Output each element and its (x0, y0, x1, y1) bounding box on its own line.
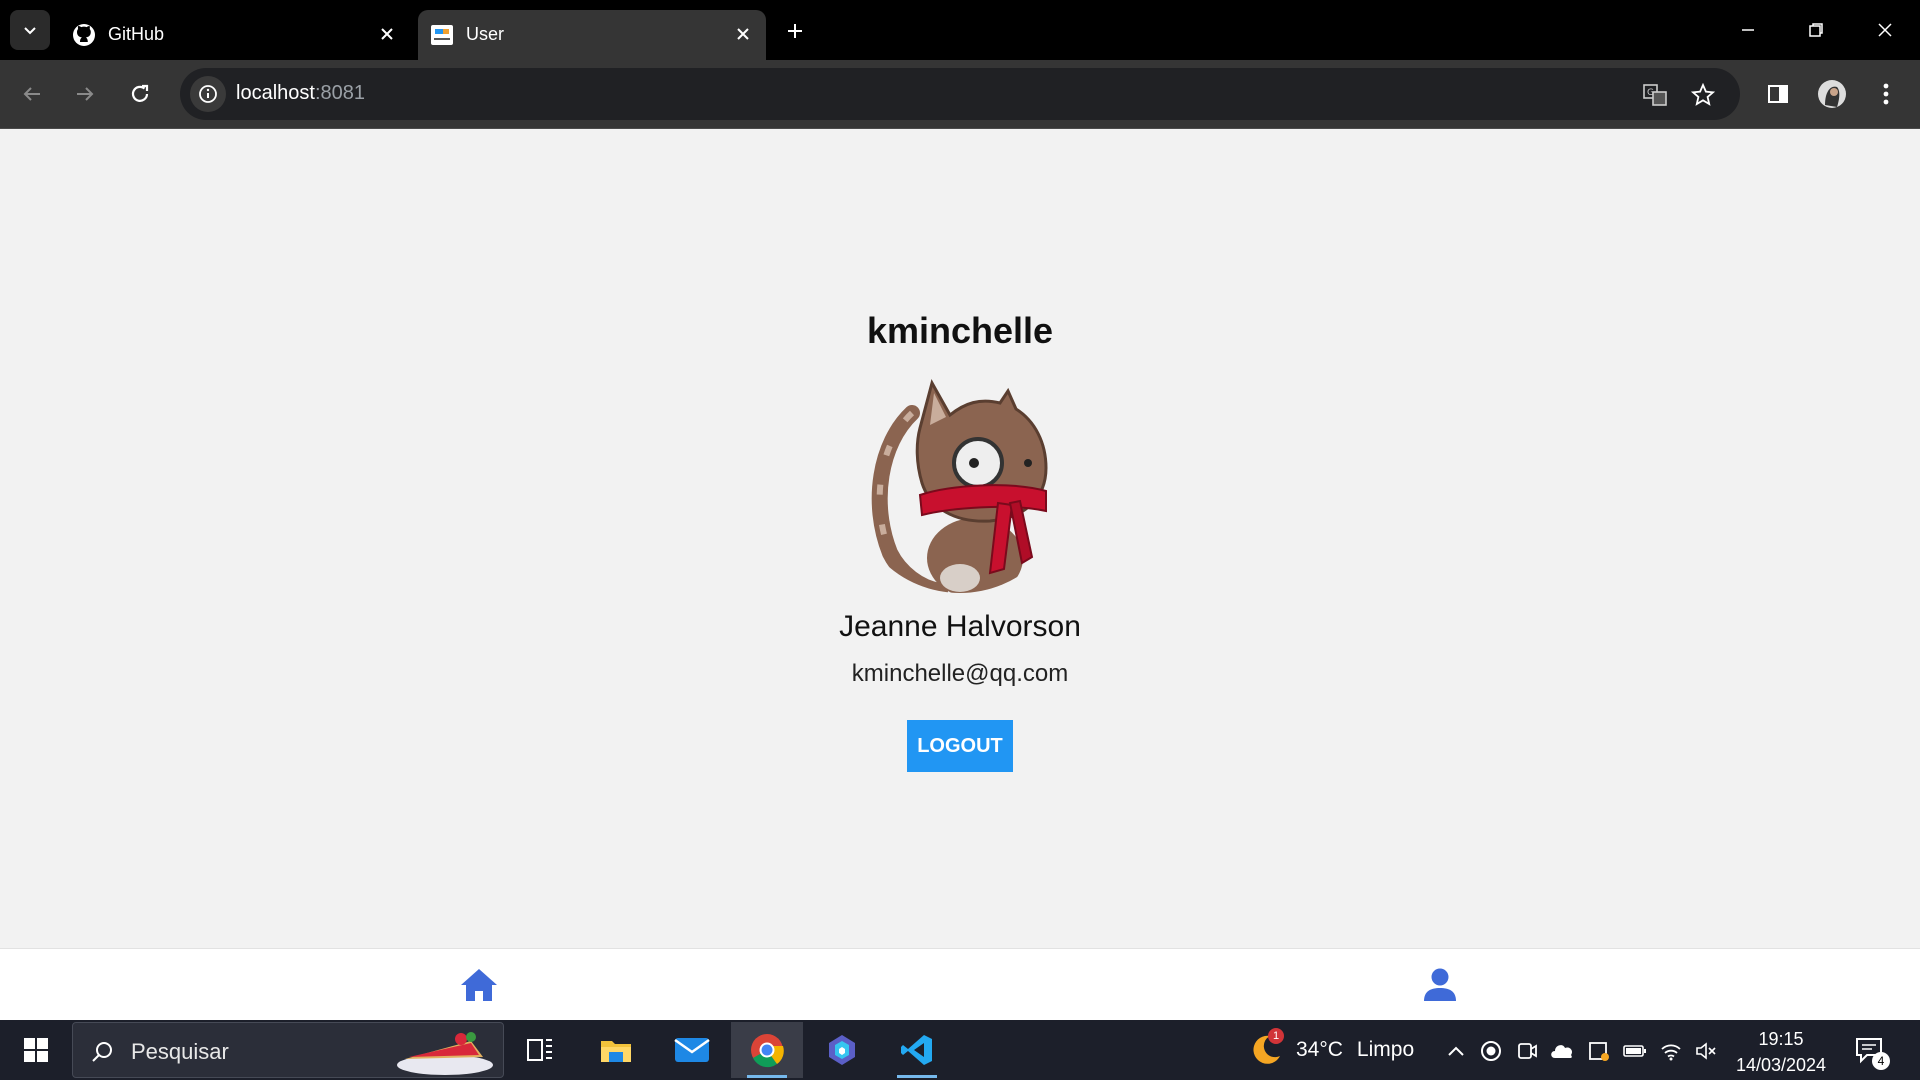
user-full-name: Jeanne Halvorson (839, 610, 1081, 643)
browser-toolbar: localhost:8081 G (0, 60, 1920, 129)
tab-user[interactable]: User (418, 10, 766, 60)
svg-text:G: G (1647, 88, 1654, 98)
windows-start-icon[interactable] (16, 1032, 56, 1068)
url-text[interactable]: localhost:8081 (236, 82, 365, 105)
notification-count: 4 (1872, 1052, 1890, 1070)
bookmark-star-icon[interactable] (1688, 80, 1718, 110)
bottom-navigation (0, 948, 1920, 1020)
shopper-favicon-icon (430, 23, 454, 47)
close-tab-icon[interactable] (374, 21, 400, 47)
tab-title: User (466, 24, 505, 44)
browser-tab-strip: GitHub User (0, 0, 1920, 60)
tab-search-button[interactable] (10, 10, 50, 50)
taskbar-search-box[interactable]: Pesquisar (72, 1022, 504, 1078)
vscode-icon[interactable] (881, 1022, 953, 1078)
chevron-up-icon[interactable] (1443, 1038, 1469, 1064)
onedrive-icon[interactable] (1549, 1038, 1575, 1064)
chevron-down-icon (24, 27, 36, 35)
meet-icon[interactable] (1514, 1038, 1540, 1064)
record-icon[interactable] (1478, 1038, 1504, 1064)
chrome-icon[interactable] (731, 1022, 803, 1078)
user-avatar (850, 373, 1070, 593)
user-email: kminchelle@qq.com (851, 660, 1069, 687)
copilot-icon[interactable] (806, 1022, 878, 1078)
moon-weather-icon: 1 (1246, 1028, 1286, 1070)
taskbar-clock[interactable]: 19:15 14/03/2024 (1726, 1026, 1836, 1078)
weather-desc: Limpo (1356, 1038, 1415, 1061)
address-bar[interactable]: localhost:8081 G (180, 68, 1740, 120)
volume-muted-icon[interactable] (1693, 1038, 1719, 1064)
minimize-icon[interactable] (1731, 14, 1765, 46)
windows-taskbar: Pesquisar 1 34°C Limpo 19:15 14/03/2024 … (0, 1020, 1920, 1080)
wifi-icon[interactable] (1658, 1038, 1684, 1064)
back-icon[interactable] (14, 76, 50, 112)
page-content: kminchelle Jeanne Halvorson kminchelle@q… (0, 130, 1920, 948)
side-panel-icon[interactable] (1760, 76, 1796, 112)
weather-widget[interactable]: 1 34°C Limpo (1246, 1028, 1415, 1070)
restore-icon[interactable] (1799, 14, 1833, 46)
site-info-icon[interactable] (190, 76, 226, 112)
forward-icon[interactable] (67, 76, 103, 112)
sync-icon[interactable] (1586, 1038, 1612, 1064)
clock-date: 14/03/2024 (1735, 1055, 1827, 1075)
reload-icon[interactable] (122, 76, 158, 112)
weather-badge: 1 (1268, 1028, 1284, 1044)
username-heading: kminchelle (866, 310, 1054, 351)
search-icon (87, 1037, 117, 1067)
tab-github[interactable]: GitHub (60, 10, 410, 60)
close-window-icon[interactable] (1868, 14, 1902, 46)
menu-kebab-icon[interactable] (1868, 76, 1904, 112)
task-view-icon[interactable] (504, 1022, 576, 1078)
battery-icon[interactable] (1622, 1038, 1648, 1064)
logout-button[interactable]: LOGOUT (907, 720, 1013, 772)
home-icon[interactable] (457, 963, 501, 1007)
new-tab-icon[interactable] (780, 16, 810, 46)
tab-title: GitHub (108, 24, 165, 44)
mail-icon[interactable] (656, 1022, 728, 1078)
file-explorer-icon[interactable] (580, 1022, 652, 1078)
clock-time: 19:15 (1758, 1029, 1804, 1049)
translate-icon[interactable]: G (1640, 80, 1670, 110)
user-icon[interactable] (1418, 963, 1462, 1007)
weather-temp: 34°C (1296, 1038, 1343, 1061)
github-icon (72, 23, 96, 47)
search-placeholder: Pesquisar (131, 1039, 229, 1064)
profile-avatar[interactable] (1814, 76, 1850, 112)
pie-illustration-icon (391, 1027, 495, 1077)
notifications-icon[interactable]: 4 (1852, 1034, 1890, 1070)
close-tab-icon[interactable] (730, 21, 756, 47)
